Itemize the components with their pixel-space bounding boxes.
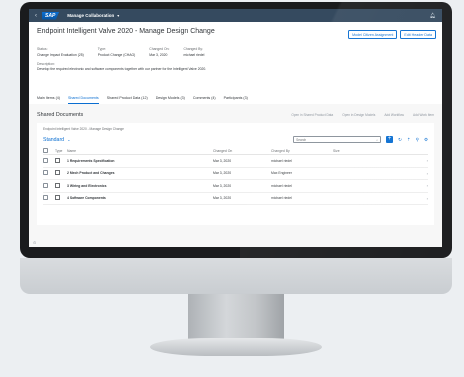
attr-value: michael riedel — [183, 52, 205, 57]
attr-label: Changed By: — [183, 47, 204, 51]
monitor-chin — [20, 258, 452, 294]
table-toolbar: Standard ⌄ Search ⌕ + ↻ ⇡ ⚲ ⚙ — [43, 136, 428, 143]
attr-label: Changed On: — [149, 47, 170, 51]
chevron-left-icon[interactable]: ‹ — [35, 13, 37, 19]
table-row[interactable]: 3 Wiring and Electronics Mar 3, 2020 mic… — [43, 180, 428, 193]
document-icon — [55, 182, 60, 188]
header-attributes: Status: Change Impact Evaluation (25) Ty… — [37, 47, 434, 57]
add-workflow-link[interactable]: Add Workflow — [384, 113, 404, 117]
tab-comments[interactable]: Comments (4) — [193, 96, 216, 104]
row-name[interactable]: 4 Software Components — [67, 196, 213, 200]
sap-logo: SAP — [42, 11, 60, 20]
tab-bar: Main Items (4) Shared Documents Shared P… — [37, 96, 248, 104]
row-checkbox[interactable] — [43, 170, 48, 176]
row-checkbox[interactable] — [43, 182, 48, 188]
row-changed-by: Max Engineer — [271, 171, 292, 176]
section-title: Shared Documents — [37, 112, 84, 118]
tab-design-models[interactable]: Design Models (3) — [156, 96, 185, 104]
table-header: Type Name Changed On Changed By Size — [43, 147, 428, 155]
row-checkbox[interactable] — [43, 195, 48, 201]
edit-header-data-button[interactable]: Edit Header Data — [400, 30, 436, 39]
table-tools: + ↻ ⇡ ⚲ ⚙ — [386, 136, 428, 143]
row-changed-on: Mar 3, 2020 — [213, 183, 232, 188]
help-icon[interactable]: ⊙ — [33, 240, 36, 245]
documents-panel: Endpoint Intelligent Valve 2020 - Manage… — [37, 123, 434, 225]
tab-shared-product-data[interactable]: Shared Product Data (12) — [107, 96, 148, 104]
link-icon[interactable]: ⚲ — [416, 137, 419, 143]
add-work-item-link[interactable]: Add Work Item — [413, 113, 434, 117]
document-icon — [55, 195, 60, 201]
add-button[interactable]: + — [386, 136, 394, 143]
variant-selector[interactable]: Standard — [43, 137, 64, 143]
search-icon[interactable]: ⌕ — [376, 138, 378, 142]
search-input[interactable]: Search ⌕ — [293, 136, 382, 143]
search-placeholder: Search — [296, 137, 307, 142]
select-all-checkbox[interactable] — [43, 147, 48, 153]
column-changed-by[interactable]: Changed By — [271, 149, 333, 153]
open-shared-product-data-link[interactable]: Open in Shared Product Data — [291, 113, 333, 117]
chevron-right-icon[interactable]: › — [427, 171, 428, 176]
breadcrumb[interactable]: Endpoint Intelligent Valve 2020 - Manage… — [43, 127, 428, 131]
attr-label: Status: — [37, 47, 48, 51]
upload-icon[interactable]: ⇡ — [407, 137, 411, 143]
tab-shared-documents[interactable]: Shared Documents — [67, 96, 99, 104]
screen: ‹ SAP Manage Collaboration ▾ 🔔︎ Endpoint… — [29, 9, 442, 247]
content: Shared Documents Open in Shared Product … — [29, 112, 442, 225]
chevron-down-icon[interactable]: ▾ — [117, 13, 119, 18]
column-type[interactable]: Type — [55, 149, 67, 153]
row-checkbox[interactable] — [43, 157, 48, 163]
table-row[interactable]: 4 Software Components Mar 3, 2020 michae… — [43, 193, 428, 205]
monitor-base — [150, 338, 322, 356]
row-name[interactable]: 3 Wiring and Electronics — [67, 184, 213, 188]
row-name[interactable]: 2 Mech Product and Changes — [67, 171, 213, 175]
description-value: Develop the required electronic and soft… — [37, 67, 207, 71]
row-changed-by: michael riedel — [271, 196, 292, 201]
row-changed-on: Mar 3, 2020 — [213, 171, 232, 176]
attr-changed-on: Changed On: Mar 3, 2020 — [149, 47, 169, 57]
description: Description: Develop the required electr… — [37, 62, 434, 72]
row-changed-on: Mar 3, 2020 — [213, 158, 232, 163]
chevron-right-icon[interactable]: › — [427, 196, 428, 201]
row-changed-by: michael riedel — [271, 183, 292, 188]
row-changed-by: michael riedel — [271, 158, 292, 163]
attr-type: Type: Product Change (CHAG) — [98, 47, 136, 57]
open-design-models-link[interactable]: Open in Design Models — [342, 113, 375, 117]
section-header: Shared Documents Open in Shared Product … — [37, 112, 434, 118]
attr-value: Change Impact Evaluation (25) — [37, 52, 84, 57]
settings-icon[interactable]: ⚙ — [424, 137, 428, 143]
chevron-right-icon[interactable]: › — [427, 158, 428, 163]
attr-changed-by: Changed By: michael riedel — [183, 47, 204, 57]
refresh-icon[interactable]: ↻ — [398, 137, 402, 143]
tab-main-items[interactable]: Main Items (4) — [37, 96, 60, 104]
header-actions: Model Citizen Assignment Edit Header Dat… — [348, 30, 436, 39]
monitor-stand — [188, 294, 284, 340]
attr-status: Status: Change Impact Evaluation (25) — [37, 47, 84, 57]
column-name[interactable]: Name — [67, 149, 213, 153]
chevron-down-icon[interactable]: ⌄ — [67, 137, 70, 142]
attr-value: Product Change (CHAG) — [97, 52, 136, 57]
app-title[interactable]: Manage Collaboration — [67, 13, 114, 18]
shell-bar: ‹ SAP Manage Collaboration ▾ 🔔︎ — [29, 9, 442, 22]
tab-participants[interactable]: Participants (3) — [224, 96, 248, 104]
chevron-right-icon[interactable]: › — [427, 183, 428, 188]
column-size[interactable]: Size — [333, 149, 393, 153]
document-icon — [55, 157, 60, 163]
attr-label: Type: — [97, 47, 107, 51]
description-label: Description: — [37, 61, 55, 66]
bell-icon[interactable]: 🔔︎ — [430, 13, 436, 19]
section-actions: Open in Shared Product Data Open in Desi… — [291, 113, 434, 117]
model-citizen-assignment-button[interactable]: Model Citizen Assignment — [348, 30, 398, 39]
column-changed-on[interactable]: Changed On — [213, 149, 271, 153]
row-name[interactable]: 1 Requirements Specification — [67, 159, 213, 163]
object-header: Endpoint Intelligent Valve 2020 - Manage… — [29, 22, 442, 104]
table-row[interactable]: 2 Mech Product and Changes Mar 3, 2020 M… — [43, 168, 428, 180]
attr-value: Mar 3, 2020 — [149, 52, 168, 57]
row-changed-on: Mar 3, 2020 — [213, 196, 232, 201]
table-row[interactable]: 1 Requirements Specification Mar 3, 2020… — [43, 155, 428, 168]
document-icon — [55, 170, 60, 176]
